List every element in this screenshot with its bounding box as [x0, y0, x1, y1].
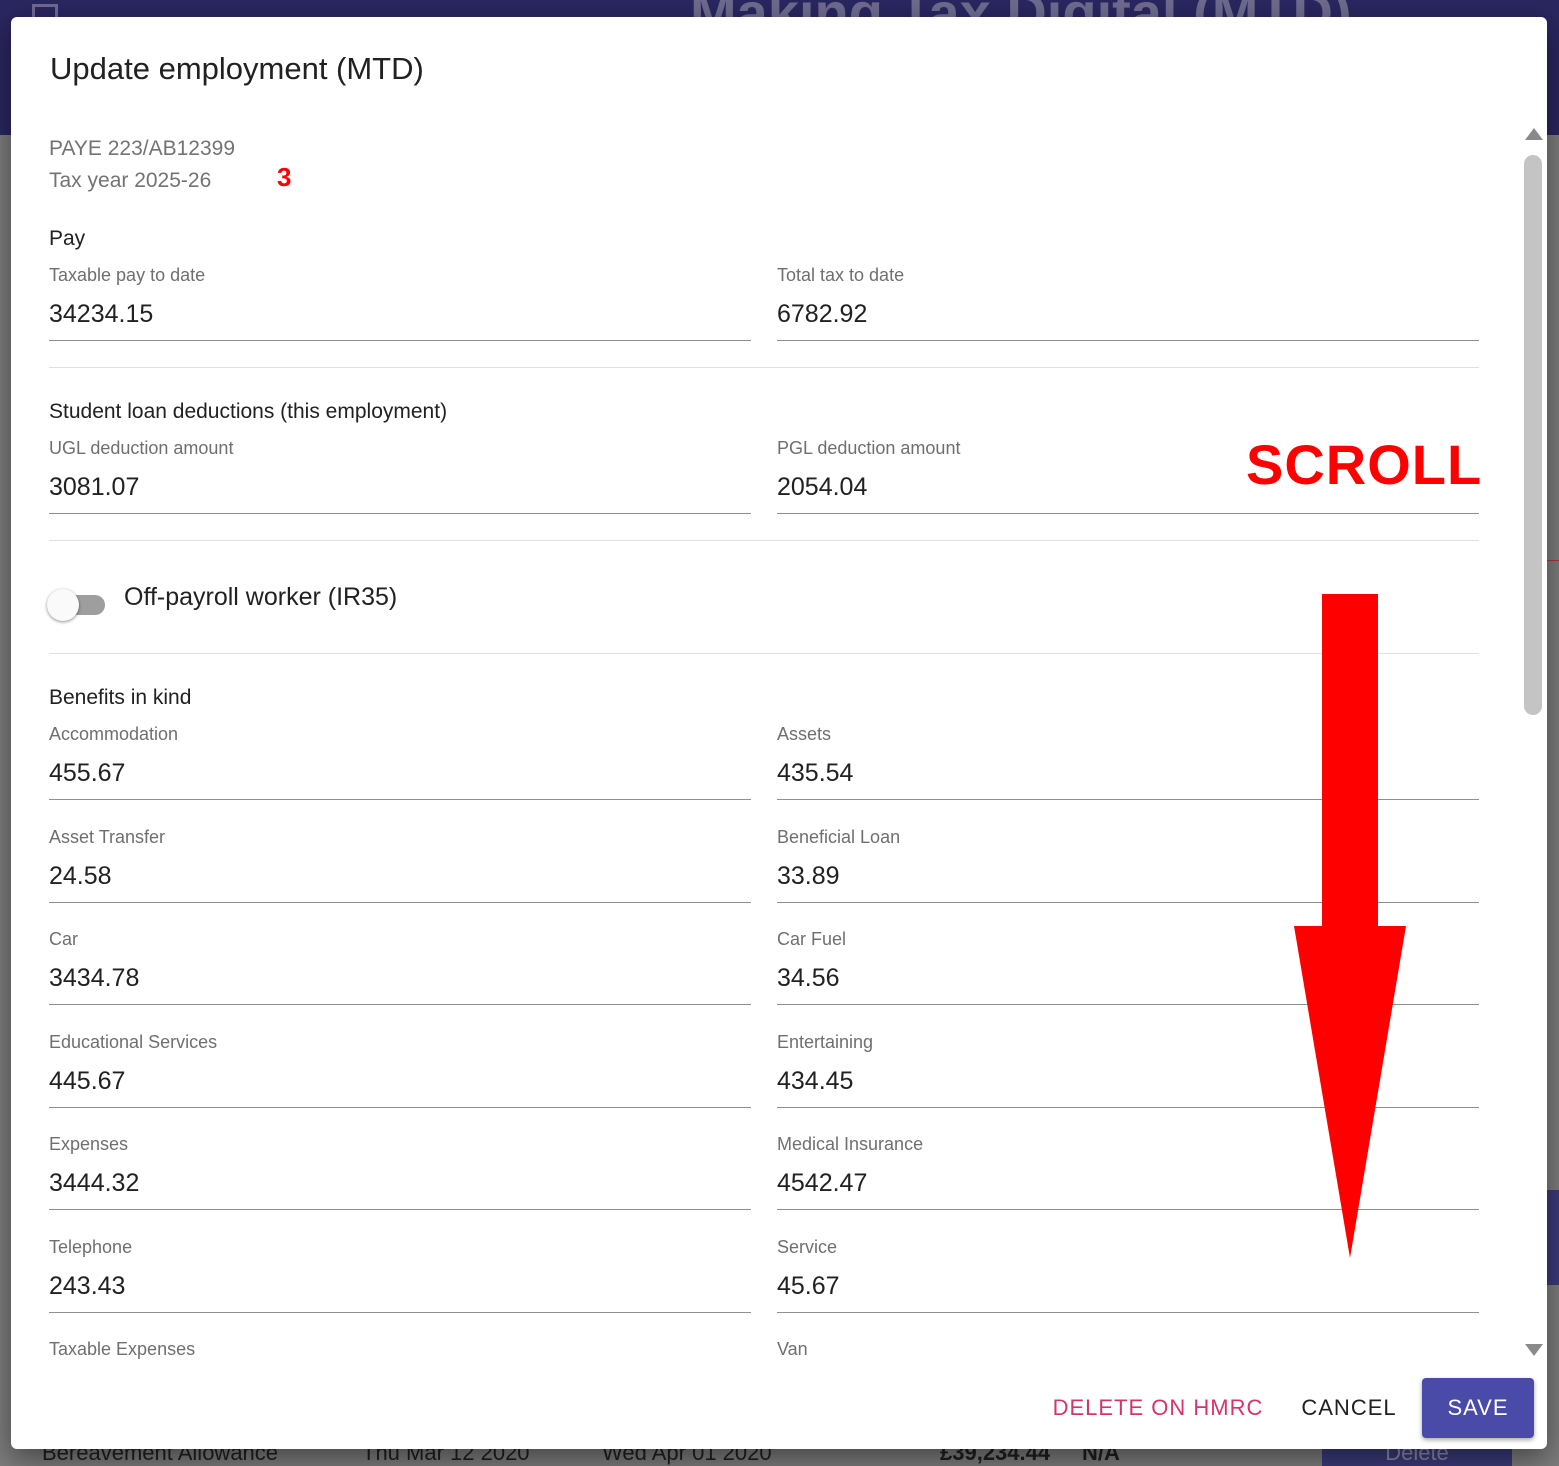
delete-on-hmrc-button[interactable]: DELETE ON HMRC — [1043, 1378, 1273, 1438]
beneficial-loan-label: Beneficial Loan — [777, 826, 901, 847]
student-loan-heading: Student loan deductions (this employment… — [49, 400, 448, 423]
taxable-expenses-field: Taxable Expenses — [49, 1339, 751, 1362]
scrollbar-thumb[interactable] — [1524, 155, 1542, 715]
service-input[interactable] — [777, 1260, 1479, 1313]
expenses-label: Expenses — [49, 1134, 129, 1154]
telephone-label: Telephone — [49, 1236, 133, 1257]
taxable-expenses-label: Taxable Expenses — [49, 1339, 196, 1359]
scroll-down-arrow-icon[interactable] — [1525, 1344, 1543, 1356]
van-label: Van — [777, 1339, 808, 1359]
van-field: Van — [777, 1339, 1479, 1362]
taxable-pay-input[interactable] — [49, 289, 751, 341]
asset-transfer-label: Asset Transfer — [49, 826, 166, 847]
total-tax-label: Total tax to date — [777, 265, 905, 285]
car-field: Car — [49, 929, 751, 1029]
ugl-deduction-label: UGL deduction amount — [49, 438, 234, 458]
accommodation-label: Accommodation — [49, 724, 179, 744]
asset-transfer-input[interactable] — [49, 850, 751, 903]
tax-year: Tax year 2025-26 — [49, 169, 212, 192]
taxable-pay-field: Taxable pay to date — [49, 265, 751, 365]
service-label: Service — [777, 1236, 838, 1257]
save-button[interactable]: SAVE — [1422, 1378, 1534, 1438]
medical-insurance-label: Medical Insurance — [777, 1134, 924, 1154]
accommodation-input[interactable] — [49, 748, 751, 800]
assets-label: Assets — [777, 724, 832, 744]
telephone-input[interactable] — [49, 1260, 751, 1313]
car-label: Car — [49, 929, 79, 949]
taxable-pay-label: Taxable pay to date — [49, 265, 206, 285]
dialog-actions: DELETE ON HMRC CANCEL SAVE — [11, 1362, 1547, 1449]
expenses-input[interactable] — [49, 1158, 751, 1210]
pgl-deduction-label: PGL deduction amount — [777, 438, 961, 458]
asset-transfer-field: Asset Transfer — [49, 827, 751, 927]
section-divider — [49, 367, 1479, 368]
off-payroll-label: Off-payroll worker (IR35) — [124, 583, 398, 611]
total-tax-field: Total tax to date — [777, 265, 1479, 365]
section-divider — [49, 653, 1479, 654]
educational-services-label: Educational Services — [49, 1031, 218, 1052]
expenses-field: Expenses — [49, 1134, 751, 1234]
off-payroll-toggle[interactable] — [47, 587, 107, 623]
entertaining-label: Entertaining — [777, 1031, 874, 1052]
paye-reference: PAYE 223/AB12399 — [49, 137, 236, 160]
car-input[interactable] — [49, 953, 751, 1005]
pay-heading: Pay — [49, 227, 86, 250]
car-fuel-label: Car Fuel — [777, 929, 847, 949]
benefits-heading: Benefits in kind — [49, 686, 192, 709]
background-button-edge — [1547, 1190, 1559, 1285]
cancel-button[interactable]: CANCEL — [1289, 1378, 1409, 1438]
educational-services-input[interactable] — [49, 1055, 751, 1108]
background-field-underline — [1547, 560, 1559, 561]
scroll-annotation: SCROLL — [1246, 433, 1483, 496]
dialog-scrollbar[interactable] — [1522, 122, 1544, 1362]
ugl-deduction-input[interactable] — [49, 462, 751, 514]
step-number-annotation: 3 — [277, 162, 292, 192]
accommodation-field: Accommodation — [49, 724, 751, 824]
scroll-up-arrow-icon[interactable] — [1525, 128, 1543, 140]
ugl-deduction-field: UGL deduction amount — [49, 438, 751, 538]
app-logo-icon — [32, 4, 58, 18]
dialog-title: Update employment (MTD) — [50, 51, 424, 86]
telephone-field: Telephone — [49, 1237, 751, 1337]
scroll-down-arrow-annotation-icon — [1294, 594, 1406, 1258]
section-divider — [49, 540, 1479, 541]
total-tax-input[interactable] — [777, 289, 1479, 341]
educational-services-field: Educational Services — [49, 1032, 751, 1132]
toggle-thumb — [47, 589, 79, 621]
